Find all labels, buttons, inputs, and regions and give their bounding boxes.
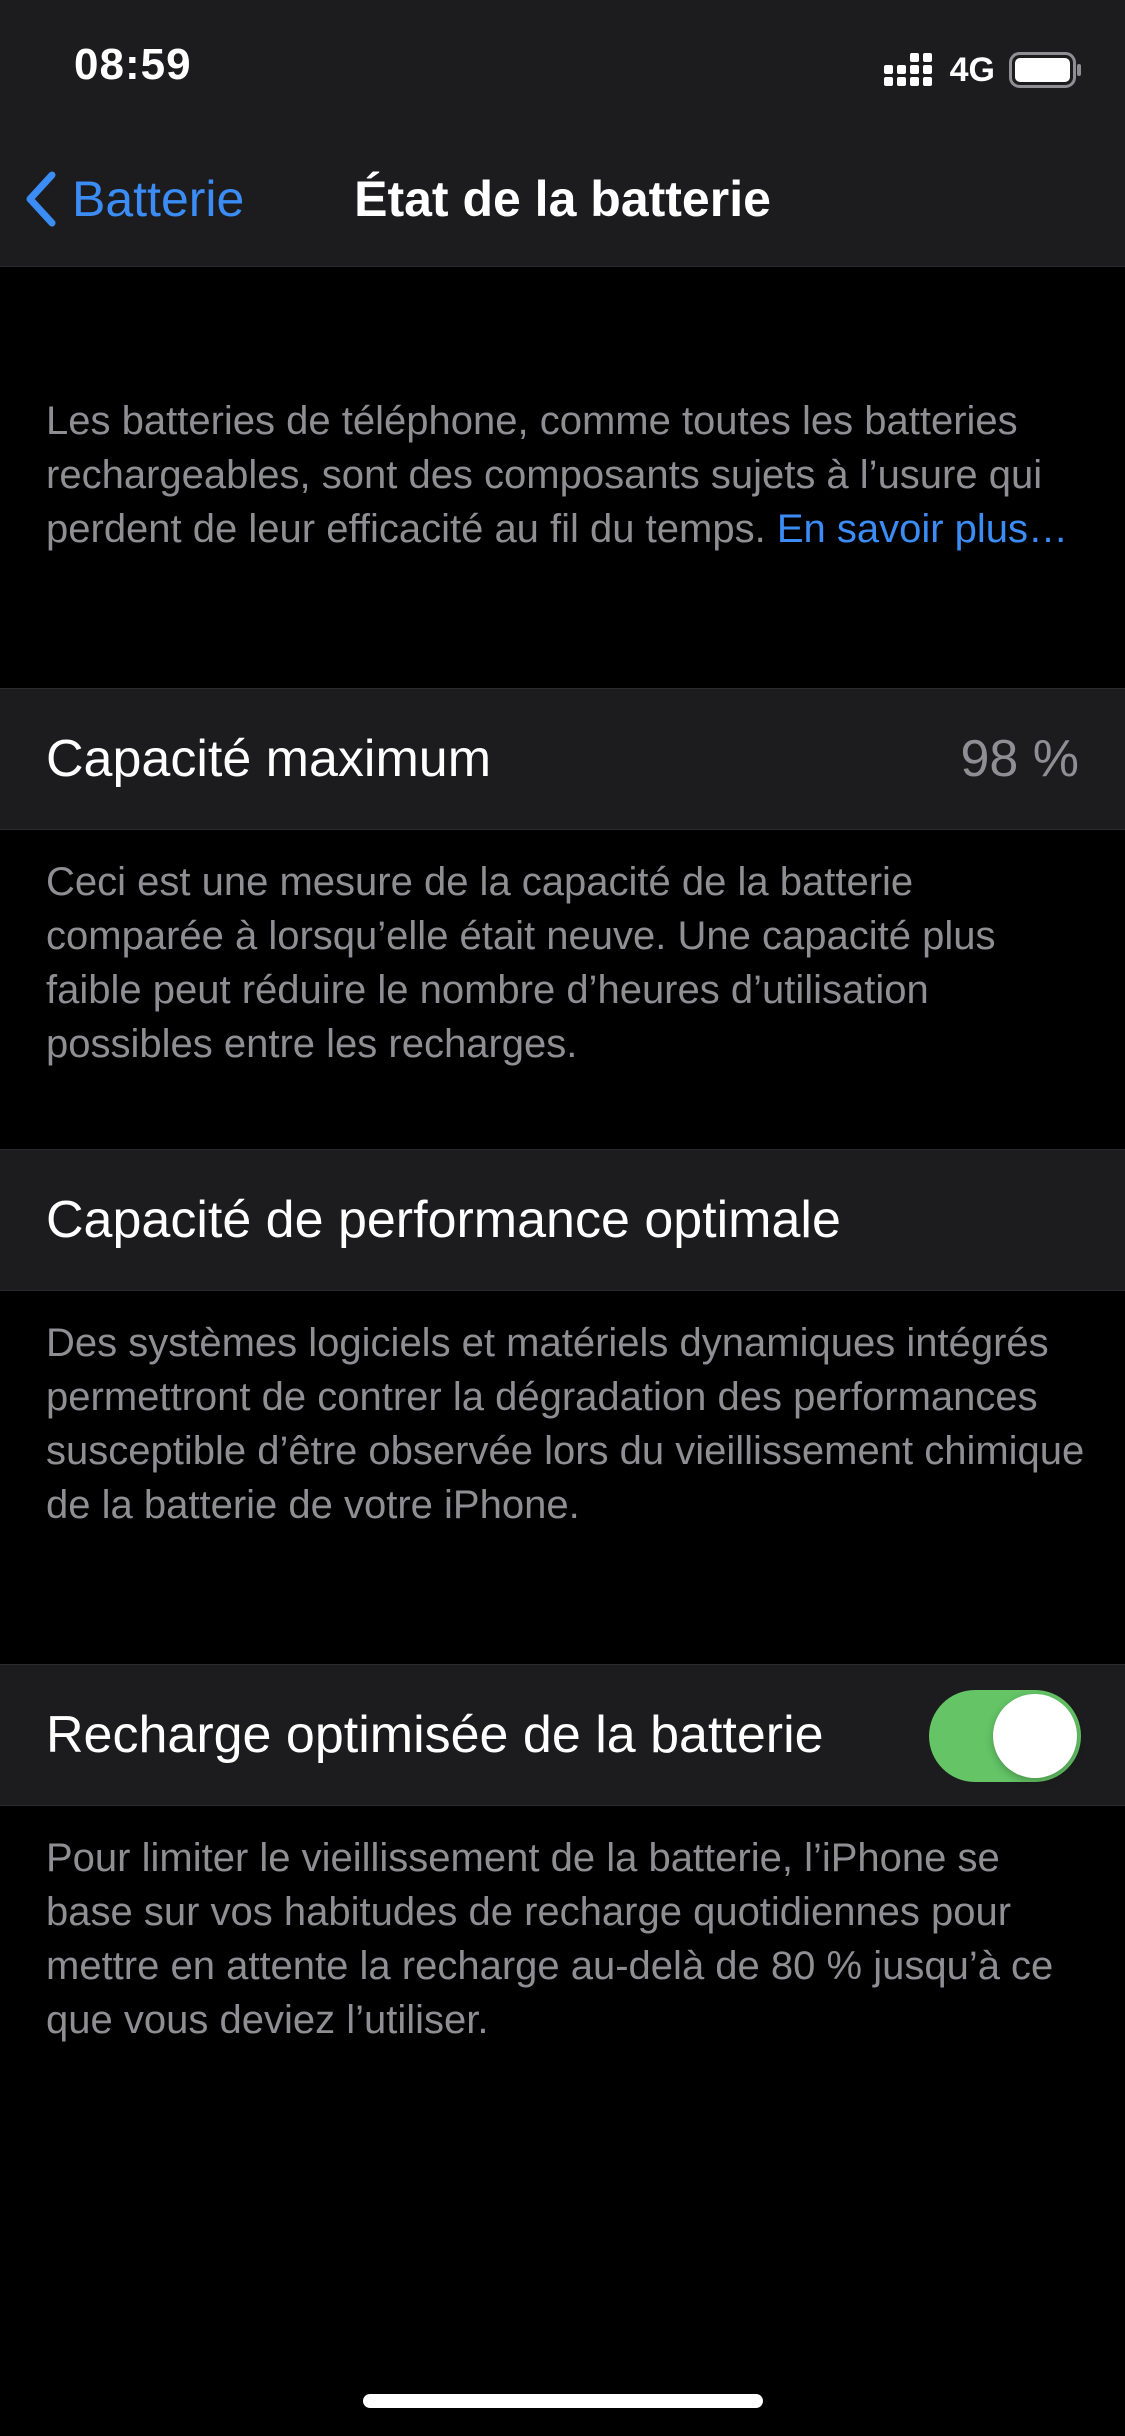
learn-more-link[interactable]: En savoir plus… (777, 507, 1068, 551)
peak-performance-row: Capacité de performance optimale (0, 1149, 1125, 1291)
optimized-charging-description: Pour limiter le vieillissement de la bat… (46, 1836, 1054, 2042)
max-capacity-value: 98 % (960, 730, 1079, 788)
home-indicator[interactable] (363, 2394, 763, 2408)
optimized-charging-toggle[interactable] (929, 1690, 1081, 1782)
page-title: État de la batterie (0, 164, 1125, 234)
intro-description: Les batteries de téléphone, comme toutes… (46, 394, 1086, 556)
peak-performance-description: Des systèmes logiciels et matériels dyna… (46, 1321, 1085, 1527)
optimized-charging-row: Recharge optimisée de la batterie (0, 1664, 1125, 1806)
max-capacity-row: Capacité maximum 98 % (0, 688, 1125, 830)
status-bar: 08:59 4G (0, 0, 1125, 134)
peak-performance-label: Capacité de performance optimale (46, 1191, 841, 1249)
status-time: 08:59 (74, 40, 192, 89)
optimized-charging-label: Recharge optimisée de la batterie (46, 1706, 824, 1764)
status-indicators: 4G (883, 48, 1083, 92)
page-title-text: État de la batterie (354, 171, 771, 227)
signal-icon (883, 53, 936, 87)
network-type: 4G (949, 50, 995, 89)
max-capacity-label: Capacité maximum (46, 730, 492, 788)
toggle-knob (993, 1694, 1077, 1778)
battery-icon (1009, 52, 1083, 88)
max-capacity-description: Ceci est une mesure de la capacité de la… (46, 860, 996, 1066)
navigation-bar: Batterie État de la batterie (0, 134, 1125, 267)
